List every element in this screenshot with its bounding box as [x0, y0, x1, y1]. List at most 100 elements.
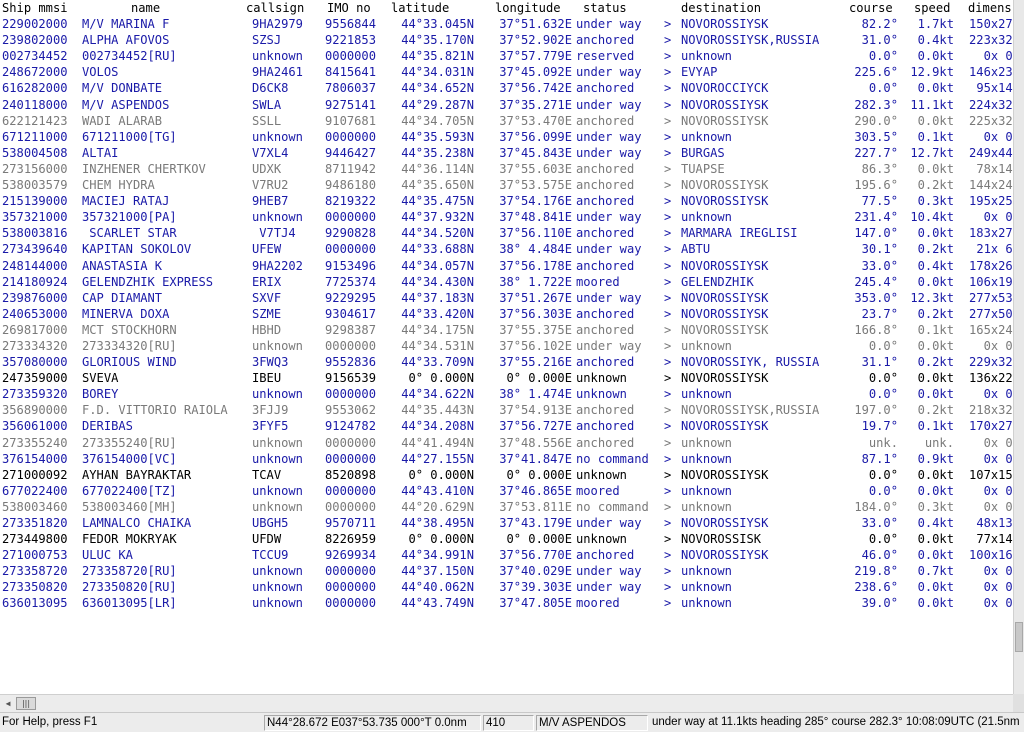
cell-arrow: >	[664, 435, 672, 450]
cell-dest: NOVOROSSIYSK	[681, 516, 769, 530]
cell-course: 30.1°	[861, 242, 898, 257]
column-header-imo[interactable]: IMO no	[327, 0, 371, 16]
cell-lon: 37°51.632E	[499, 17, 572, 32]
cell-lat: 44°33.045N	[401, 17, 474, 32]
cell-callsign: unknown	[252, 387, 303, 402]
cell-imo: 8520898	[325, 467, 376, 482]
cell-dest: NOVOROSSIYSK,RUSSIA	[681, 403, 820, 418]
cell-arrow: >	[664, 564, 672, 579]
status-bar: For Help, press F1 N44°28.672 E037°53.73…	[0, 712, 1024, 732]
cell-mmsi: 247359000	[2, 371, 68, 386]
column-header-status[interactable]: status	[583, 0, 627, 16]
cell-speed: 0.0kt	[917, 483, 954, 498]
cell-course: 219.8°	[854, 564, 898, 579]
cell-dim: 78x14x	[976, 161, 1013, 176]
cell-imo: 9107681	[325, 113, 376, 128]
cell-imo: 0000000	[325, 387, 376, 402]
cell-callsign: 9HA2202	[252, 258, 303, 273]
horizontal-scrollbar[interactable]: ◀ |||	[0, 694, 1013, 712]
cell-callsign: UFDW	[252, 532, 282, 547]
cell-lon: 37°57.779E	[499, 49, 572, 64]
cell-status: anchored	[576, 226, 635, 241]
cell-dest: MARMARA IREGLISI	[681, 226, 798, 241]
cell-lat: 44°34.430N	[401, 274, 474, 289]
cell-callsign: 9HA2979	[252, 17, 303, 32]
cell-dest: unknown	[681, 580, 732, 595]
vertical-scrollbar[interactable]	[1013, 0, 1024, 694]
cell-imo: 0000000	[325, 435, 376, 450]
column-header-latitude[interactable]: latitude	[391, 0, 449, 16]
column-header-destination[interactable]: destination	[681, 0, 761, 16]
cell-name: ULUC KA	[82, 548, 133, 563]
cell-callsign: unknown	[252, 435, 303, 450]
cell-dest: unknown	[681, 387, 732, 402]
cell-speed: 0.0kt	[917, 226, 954, 241]
scroll-left-arrow-icon[interactable]: ◀	[2, 697, 14, 710]
cell-course: unk.	[868, 435, 898, 450]
cell-speed: 1.7kt	[917, 17, 954, 32]
column-header-dimensions[interactable]: dimens	[968, 0, 1012, 16]
cell-name: M/V MARINA F	[82, 17, 170, 32]
cell-imo: 0000000	[325, 210, 376, 225]
cell-dim: 144x24x	[969, 178, 1013, 193]
cell-dim: 136x22x	[969, 371, 1013, 386]
cell-speed: 0.0kt	[917, 338, 954, 353]
cell-arrow: >	[664, 258, 672, 273]
cell-mmsi: 376154000	[2, 451, 68, 466]
cell-speed: 0.0kt	[917, 387, 954, 402]
column-header-mmsi[interactable]: Ship mmsi	[2, 0, 68, 16]
cell-course: 0.0°	[868, 532, 898, 547]
cell-course: 0.0°	[868, 338, 898, 353]
cell-arrow: >	[664, 242, 672, 257]
horizontal-scrollbar-thumb[interactable]: |||	[16, 697, 36, 710]
cell-dim: 170x27x	[969, 419, 1013, 434]
vertical-scrollbar-thumb[interactable]	[1015, 622, 1023, 652]
cell-speed: 0.7kt	[917, 564, 954, 579]
cell-speed: 0.0kt	[917, 532, 954, 547]
cell-callsign: unknown	[252, 580, 303, 595]
cell-lat: 44°34.991N	[401, 548, 474, 563]
cell-mmsi: 273334320	[2, 338, 68, 353]
column-header-course[interactable]: course	[849, 0, 893, 16]
cell-speed: 12.9kt	[910, 65, 954, 80]
cell-lat: 44°38.495N	[401, 516, 474, 530]
cell-status: under way	[576, 129, 642, 144]
cell-mmsi: 356890000	[2, 403, 68, 418]
cell-status: no command	[576, 451, 649, 466]
cell-mmsi: 273351820	[2, 516, 68, 530]
cell-course: 195.6°	[854, 178, 898, 193]
cell-name: M/V DONBATE	[82, 81, 163, 96]
cell-callsign: V7RU2	[252, 178, 289, 193]
cell-arrow: >	[664, 387, 672, 402]
cell-name: 376154000[VC]	[82, 451, 177, 466]
cell-mmsi: 273156000	[2, 161, 68, 176]
cell-status: reserved	[576, 49, 635, 64]
cell-dim: 107x15x	[969, 467, 1013, 482]
column-header-callsign[interactable]: callsign	[246, 0, 304, 16]
cell-callsign: UFEW	[252, 242, 282, 257]
cell-callsign: 3FYF5	[252, 419, 289, 434]
cell-speed: 0.0kt	[917, 49, 954, 64]
cell-speed: 0.0kt	[917, 467, 954, 482]
column-header-longitude[interactable]: longitude	[495, 0, 561, 16]
column-header-speed[interactable]: speed	[914, 0, 950, 16]
cell-status: anchored	[576, 178, 635, 193]
status-selected-ship: M/V ASPENDOS	[536, 715, 648, 731]
cell-course: 245.4°	[854, 274, 898, 289]
cell-dim: 0x 0x	[983, 596, 1013, 611]
column-header-name[interactable]: name	[131, 0, 160, 16]
cell-imo: 8219322	[325, 194, 376, 209]
cell-status: under way	[576, 145, 642, 160]
cell-name: BOREY	[82, 387, 119, 402]
cell-status: anchored	[576, 322, 635, 337]
cell-mmsi: 273439640	[2, 242, 68, 257]
cell-status: unknown	[576, 387, 627, 402]
cell-dest: unknown	[681, 596, 732, 611]
cell-speed: 0.0kt	[917, 548, 954, 563]
cell-lon: 38° 4.484E	[499, 242, 572, 257]
cell-speed: 0.2kt	[917, 355, 954, 370]
cell-arrow: >	[664, 81, 672, 96]
cell-callsign: unknown	[252, 49, 303, 64]
cell-lat: 44°33.709N	[401, 355, 474, 370]
cell-dest: NOVOROSSIYSK	[681, 371, 769, 386]
